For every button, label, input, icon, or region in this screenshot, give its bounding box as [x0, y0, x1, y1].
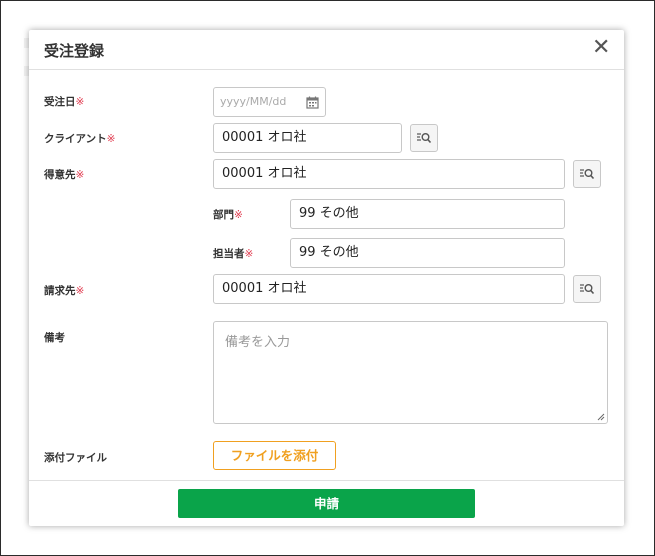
order-registration-dialog: 受注登録 ✕ 受注日※ yyyy/MM/dd クライアント※ 00001 オロ社 [29, 30, 624, 526]
person-in-charge-label: 担当者※ [213, 248, 254, 260]
order-date-field[interactable]: yyyy/MM/dd [213, 87, 326, 117]
required-mark: ※ [234, 209, 243, 221]
customer-lookup-button[interactable] [573, 160, 601, 188]
attachment-label: 添付ファイル [44, 452, 107, 464]
calendar-icon[interactable] [306, 96, 319, 109]
close-icon[interactable]: ✕ [592, 37, 610, 59]
footer-divider [29, 480, 624, 481]
resize-grip-icon[interactable] [597, 413, 605, 421]
required-mark: ※ [75, 96, 85, 108]
order-date-placeholder: yyyy/MM/dd [220, 95, 287, 108]
dialog-title: 受注登録 [44, 42, 105, 60]
remarks-label: 備考 [44, 332, 65, 344]
department-label: 部門※ [213, 209, 243, 221]
required-mark: ※ [75, 285, 85, 297]
submit-button[interactable]: 申請 [178, 489, 475, 518]
order-date-label: 受注日※ [44, 96, 85, 108]
required-mark: ※ [244, 248, 254, 260]
billing-lookup-button[interactable] [573, 275, 601, 303]
client-label: クライアント※ [44, 133, 116, 145]
required-mark: ※ [106, 133, 116, 145]
attach-file-button[interactable]: ファイルを添付 [213, 441, 336, 470]
billing-label: 請求先※ [44, 285, 85, 297]
billing-field[interactable]: 00001 オロ社 [213, 274, 565, 304]
required-mark: ※ [75, 169, 85, 181]
search-list-icon [580, 169, 595, 180]
client-lookup-button[interactable] [410, 124, 438, 152]
customer-label: 得意先※ [44, 169, 85, 181]
search-list-icon [417, 133, 432, 144]
remarks-placeholder: 備考を入力 [225, 335, 291, 350]
person-in-charge-field[interactable]: 99 その他 [290, 238, 565, 268]
client-field[interactable]: 00001 オロ社 [213, 123, 402, 153]
department-field[interactable]: 99 その他 [290, 199, 565, 229]
search-list-icon [580, 284, 595, 295]
customer-field[interactable]: 00001 オロ社 [213, 159, 565, 189]
remarks-textarea[interactable]: 備考を入力 [213, 321, 608, 424]
dialog-header: 受注登録 ✕ [29, 30, 624, 70]
